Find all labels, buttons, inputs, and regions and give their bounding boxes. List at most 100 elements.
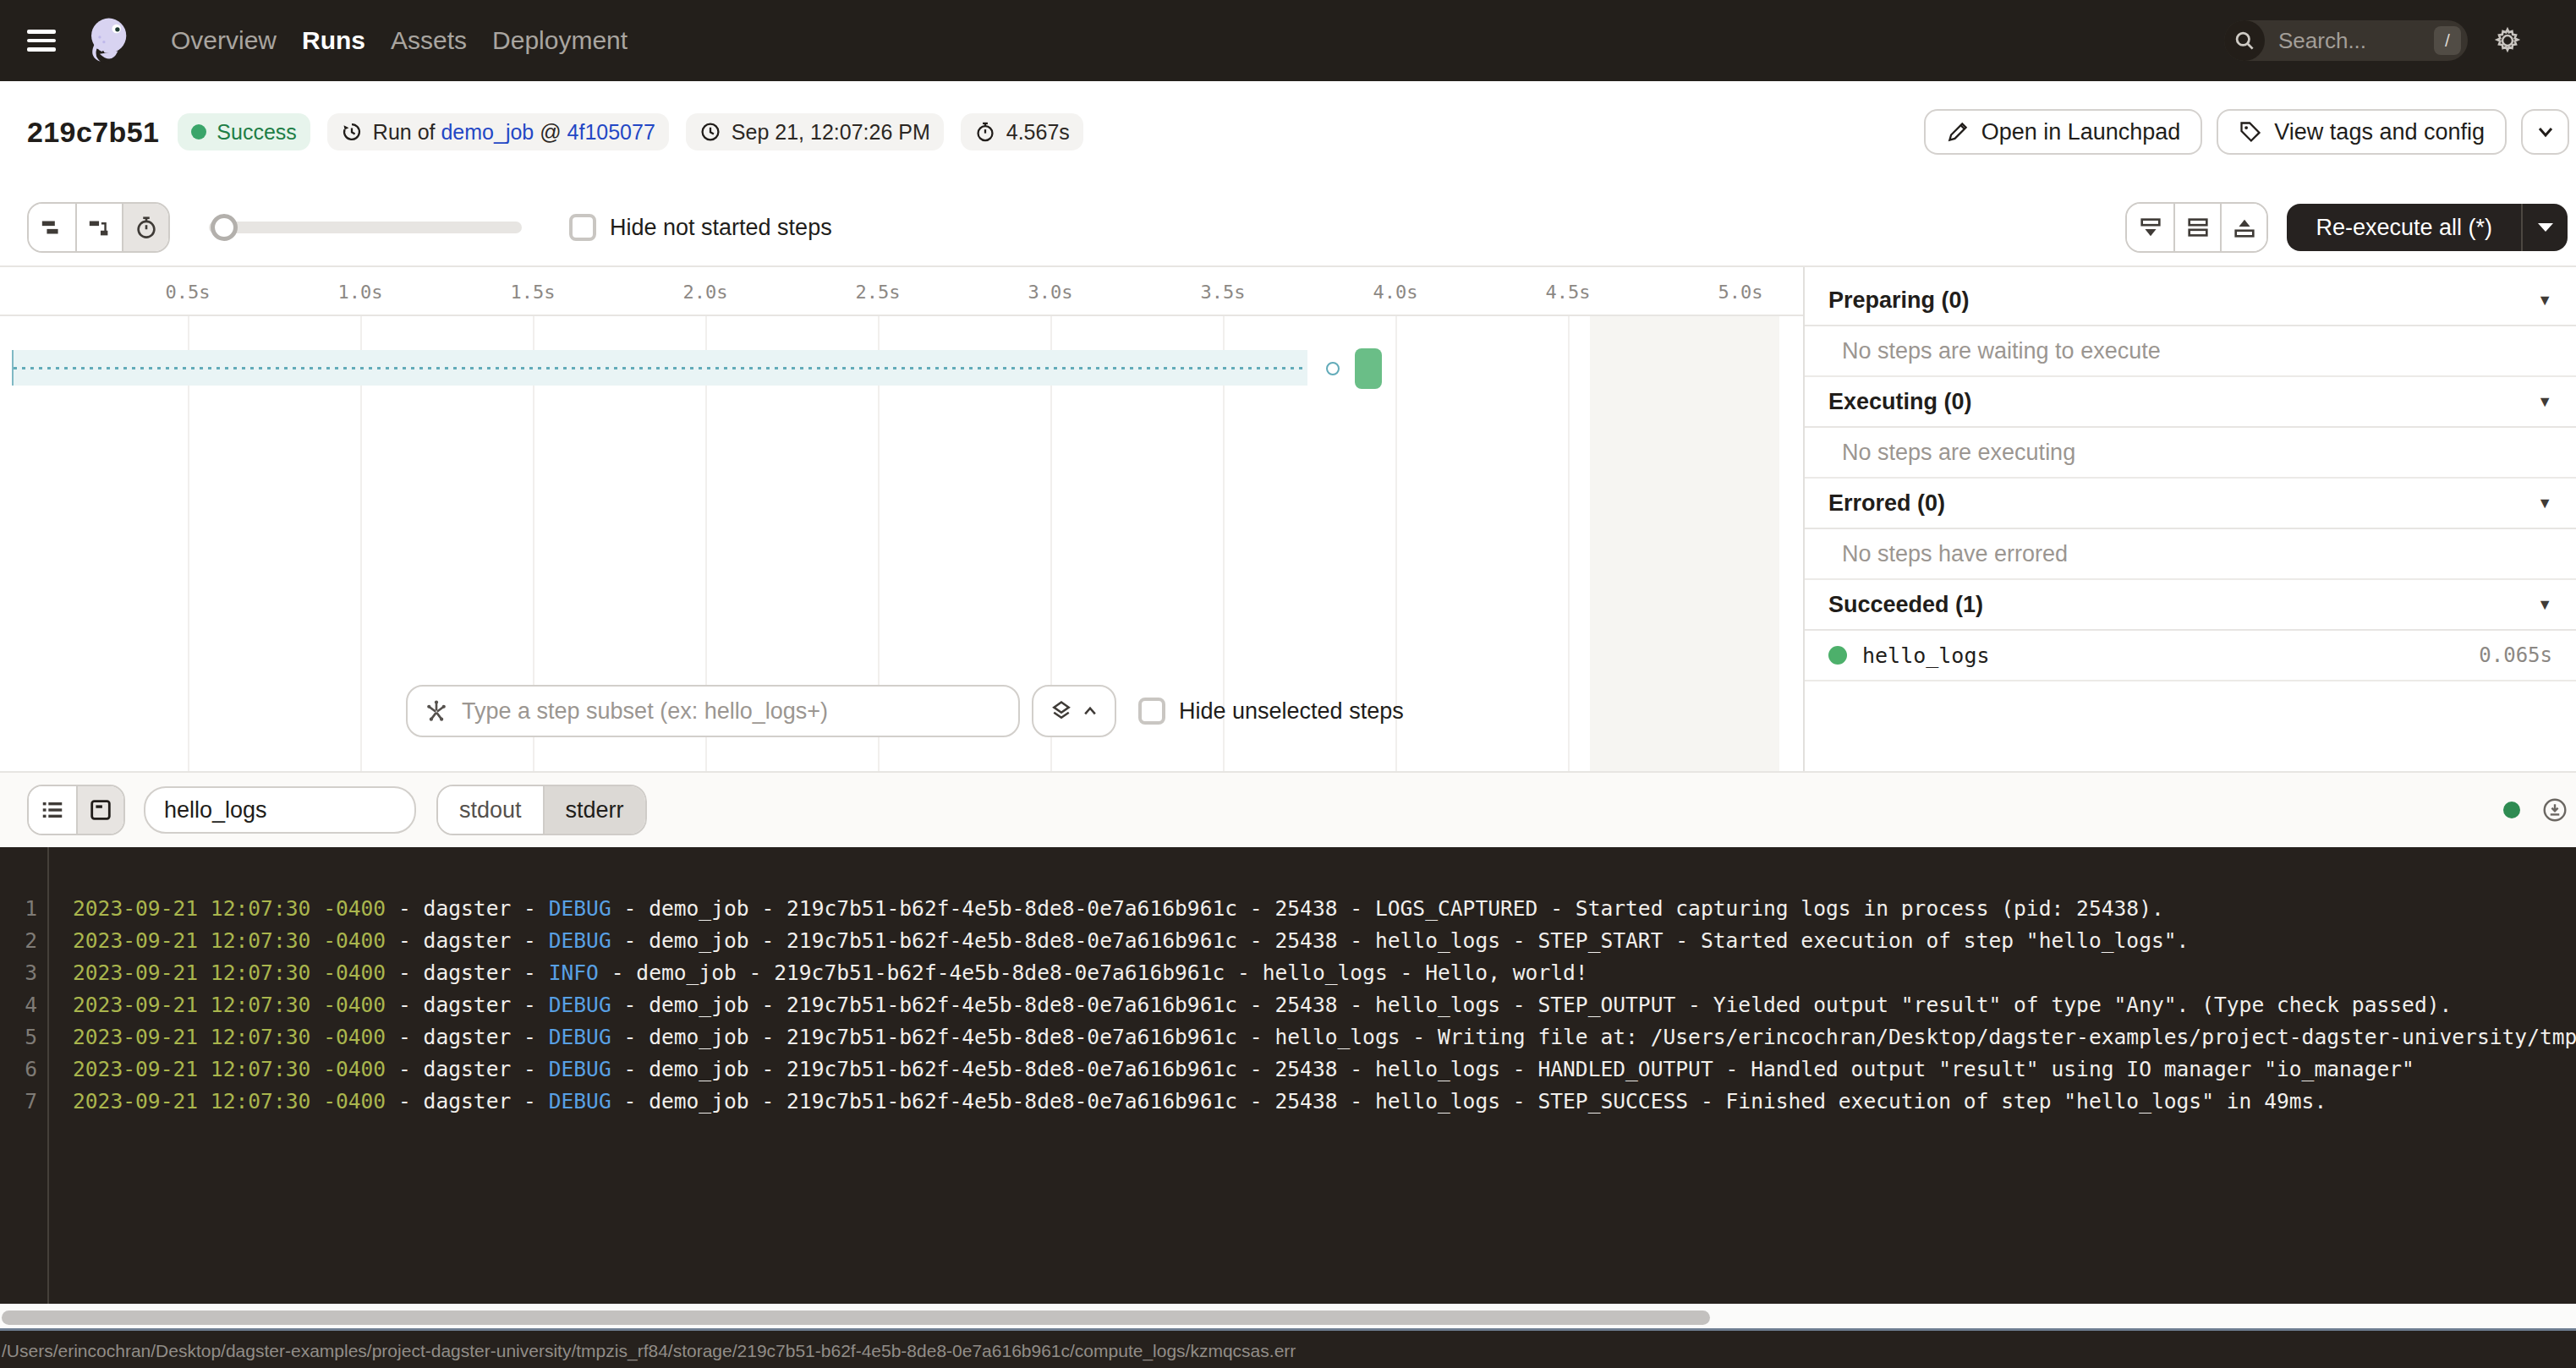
collapse-down-icon <box>2138 215 2163 240</box>
stdout-stderr-toggle: stdout stderr <box>436 785 647 835</box>
axis-tick-label: 2.5s <box>856 282 901 303</box>
expand-up-button[interactable] <box>2220 204 2266 251</box>
download-log-icon[interactable] <box>2542 797 2568 823</box>
panel-empty-message: No steps are executing <box>1805 428 2576 479</box>
search-icon <box>2224 20 2265 61</box>
section-collapse-caret[interactable]: ▼ <box>2537 596 2552 614</box>
open-in-launchpad-button[interactable]: Open in Launchpad <box>1924 109 2203 155</box>
timestamp-tag: Sep 21, 12:07:26 PM <box>686 113 944 150</box>
panel-section-header[interactable]: Executing (0)▼ <box>1805 377 2576 428</box>
view-flat-button[interactable] <box>29 204 75 251</box>
nav-item-assets[interactable]: Assets <box>391 26 467 55</box>
panel-section-header[interactable]: Preparing (0)▼ <box>1805 276 2576 326</box>
top-navigation-bar: Overview Runs Assets Deployment Search... / <box>0 0 2576 81</box>
stopwatch-icon <box>974 121 996 143</box>
log-horizontal-scrollbar[interactable] <box>0 1304 2576 1331</box>
hide-unselected-row: Hide unselected steps <box>1138 698 1404 725</box>
search-input[interactable]: Search... / <box>2224 20 2468 61</box>
hide-unselected-checkbox[interactable] <box>1138 698 1165 725</box>
tag-icon <box>2239 120 2262 144</box>
gantt-chart: 0.5s1.0s1.5s2.0s2.5s3.0s3.5s4.0s4.5s5.0s… <box>0 267 1805 771</box>
clock-icon <box>699 121 721 143</box>
view-waterfall-button[interactable] <box>75 204 122 251</box>
view-timed-button[interactable] <box>122 204 168 251</box>
axis-tick-label: 3.5s <box>1201 282 1246 303</box>
settings-gear-icon[interactable] <box>2493 26 2522 55</box>
section-collapse-caret[interactable]: ▼ <box>2537 393 2552 411</box>
log-line: 22023-09-21 12:07:30 -0400 - dagster - D… <box>0 925 2576 957</box>
step-subset-input[interactable]: Type a step subset (ex: hello_logs+) <box>406 685 1020 737</box>
log-line: 32023-09-21 12:07:30 -0400 - dagster - I… <box>0 957 2576 989</box>
nav-item-deployment[interactable]: Deployment <box>492 26 628 55</box>
hide-not-started-row: Hide not started steps <box>569 214 832 241</box>
run-header: 219c7b51 Success Run of demo_job @ 4f105… <box>0 81 2576 183</box>
scrollbar-thumb[interactable] <box>2 1311 1710 1325</box>
op-selector-icon <box>425 699 448 723</box>
hamburger-menu-icon[interactable] <box>27 25 56 57</box>
console-view-icon <box>88 797 113 823</box>
gantt-waiting-bar[interactable] <box>12 350 1307 386</box>
step-subset-row: Type a step subset (ex: hello_logs+) Hid… <box>406 685 1404 737</box>
axis-tick-label: 1.0s <box>338 282 383 303</box>
run-gantt-section: 0.5s1.0s1.5s2.0s2.5s3.0s3.5s4.0s4.5s5.0s… <box>0 265 2576 773</box>
graph-query-toggle-button[interactable] <box>1032 685 1116 737</box>
run-of-tag: Run of demo_job @ 4f105077 <box>327 113 669 150</box>
axis-tick-label: 3.0s <box>1028 282 1073 303</box>
split-view-button[interactable] <box>2173 204 2220 251</box>
raw-log-output[interactable]: 12023-09-21 12:07:30 -0400 - dagster - D… <box>0 847 2576 1304</box>
log-line: 62023-09-21 12:07:30 -0400 - dagster - D… <box>0 1053 2576 1086</box>
header-more-actions-button[interactable] <box>2521 109 2569 155</box>
axis-tick-label: 0.5s <box>166 282 211 303</box>
status-dot <box>191 124 206 140</box>
waterfall-view-icon <box>87 215 112 240</box>
gantt-step-marker[interactable] <box>1326 362 1340 375</box>
axis-tick-label: 1.5s <box>511 282 556 303</box>
log-line: 52023-09-21 12:07:30 -0400 - dagster - D… <box>0 1021 2576 1053</box>
stdout-tab[interactable]: stdout <box>438 786 543 834</box>
stopwatch-view-icon <box>134 215 159 240</box>
status-badge: Success <box>178 113 310 150</box>
axis-tick-label: 4.5s <box>1546 282 1591 303</box>
commit-link[interactable]: 4f105077 <box>567 120 655 144</box>
section-collapse-caret[interactable]: ▼ <box>2537 292 2552 309</box>
log-step-filter-input[interactable]: hello_logs <box>144 786 416 834</box>
hide-not-started-checkbox[interactable] <box>569 214 596 241</box>
run-id-title: 219c7b51 <box>27 116 159 149</box>
collapse-down-button[interactable] <box>2127 204 2173 251</box>
nav-item-runs[interactable]: Runs <box>302 26 365 55</box>
panel-section-header[interactable]: Errored (0)▼ <box>1805 479 2576 529</box>
section-collapse-caret[interactable]: ▼ <box>2537 495 2552 512</box>
gantt-controls-row: Hide not started steps Re-execute all (*… <box>0 183 2576 265</box>
gantt-time-axis: 0.5s1.0s1.5s2.0s2.5s3.0s3.5s4.0s4.5s5.0s <box>0 267 1803 316</box>
search-shortcut-key: / <box>2434 26 2461 55</box>
gantt-step-bar-hello-logs[interactable] <box>1355 348 1382 389</box>
chevron-up-icon <box>1082 703 1099 720</box>
log-line: 42023-09-21 12:07:30 -0400 - dagster - D… <box>0 989 2576 1021</box>
axis-tick-label: 2.0s <box>683 282 728 303</box>
log-file-path: /Users/erincochran/Desktop/dagster-examp… <box>0 1331 2576 1368</box>
log-live-indicator-dot <box>2503 802 2520 818</box>
gantt-zoom-slider[interactable] <box>209 204 522 251</box>
gantt-view-mode-group <box>27 202 170 253</box>
structured-log-view-button[interactable] <box>29 786 76 834</box>
stderr-tab[interactable]: stderr <box>543 786 645 834</box>
raw-log-view-button[interactable] <box>76 786 123 834</box>
duration-tag: 4.567s <box>961 113 1083 150</box>
split-view-icon <box>2185 215 2211 240</box>
job-link[interactable]: demo_job <box>441 120 534 144</box>
log-line: 72023-09-21 12:07:30 -0400 - dagster - D… <box>0 1086 2576 1118</box>
panel-step-row[interactable]: hello_logs0.065s <box>1805 631 2576 681</box>
step-success-dot <box>1828 646 1847 665</box>
chevron-down-icon <box>2535 122 2556 142</box>
log-line: 12023-09-21 12:07:30 -0400 - dagster - D… <box>0 893 2576 925</box>
axis-tick-label: 4.0s <box>1373 282 1418 303</box>
reexecute-dropdown-caret[interactable] <box>2521 204 2568 251</box>
slider-knob[interactable] <box>211 214 238 241</box>
reexecute-all-button[interactable]: Re-execute all (*) <box>2287 204 2568 251</box>
panel-section-header[interactable]: Succeeded (1)▼ <box>1805 580 2576 631</box>
dagster-logo[interactable] <box>79 13 135 68</box>
search-placeholder: Search... <box>2278 28 2434 54</box>
panel-layout-group <box>2125 202 2268 253</box>
view-tags-config-button[interactable]: View tags and config <box>2217 109 2507 155</box>
nav-item-overview[interactable]: Overview <box>171 26 277 55</box>
